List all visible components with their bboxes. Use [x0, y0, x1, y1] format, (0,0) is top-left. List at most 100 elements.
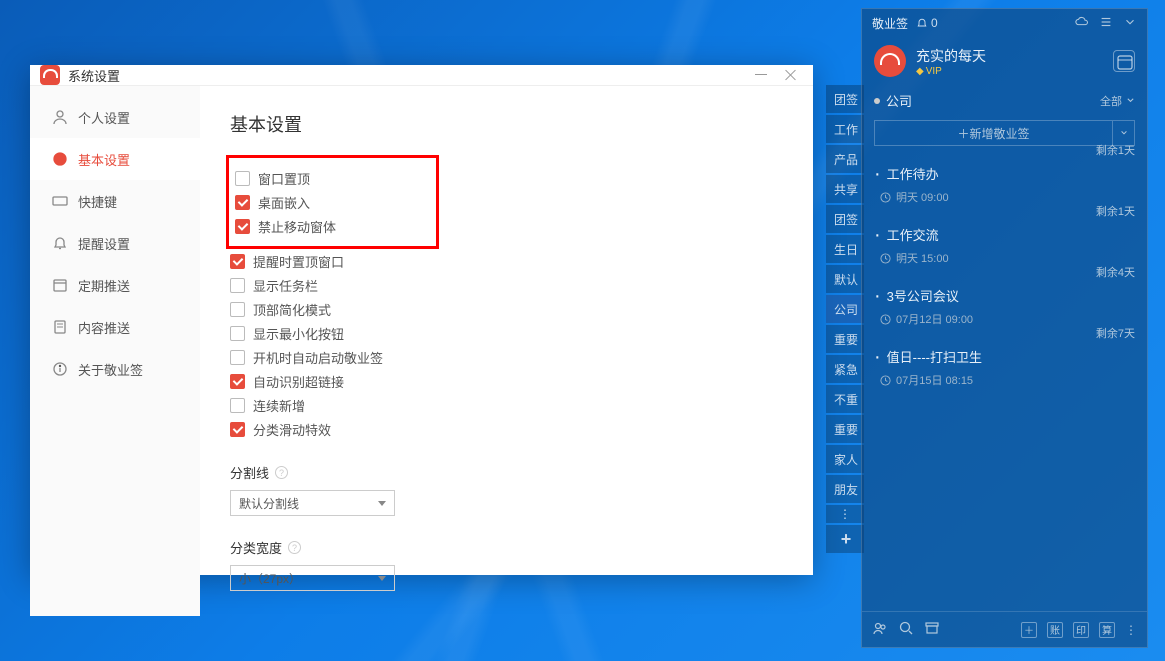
- category-tab[interactable]: 默认: [826, 265, 864, 293]
- remaining-badge: 剩余7天: [1096, 325, 1135, 341]
- chevron-down-icon: [378, 501, 386, 506]
- category-tab[interactable]: 重要: [826, 415, 864, 443]
- sidebar-item-basic[interactable]: 基本设置: [30, 138, 200, 180]
- note-item[interactable]: 剩余7天 值日----打扫卫生 07月15日 08:15: [862, 337, 1147, 398]
- category-name[interactable]: 公司: [874, 91, 912, 110]
- sidebar-item-content[interactable]: 内容推送: [30, 306, 200, 348]
- category-tab[interactable]: 生日: [826, 235, 864, 263]
- sidebar-item-about[interactable]: 关于敬业签: [30, 348, 200, 390]
- checkbox-label: 显示任务栏: [253, 276, 318, 295]
- add-tab-button[interactable]: +: [826, 525, 864, 553]
- category-tab[interactable]: 重要: [826, 325, 864, 353]
- checkbox[interactable]: [230, 254, 245, 269]
- contacts-icon[interactable]: [872, 620, 888, 639]
- close-button[interactable]: [785, 69, 797, 81]
- notification-badge[interactable]: 0: [916, 16, 938, 30]
- sidebar-item-personal[interactable]: 个人设置: [30, 96, 200, 138]
- remaining-badge: 剩余4天: [1096, 264, 1135, 280]
- note-title: 值日----打扫卫生: [880, 347, 1135, 366]
- note-time: 07月15日 08:15: [880, 372, 1135, 388]
- category-tab[interactable]: 不重: [826, 385, 864, 413]
- sidebar-item-label: 个人设置: [78, 108, 130, 127]
- checkbox-row[interactable]: 显示最小化按钮: [230, 321, 783, 345]
- chevron-down-icon[interactable]: [1123, 15, 1137, 32]
- sidebar-item-label: 定期推送: [78, 276, 130, 295]
- checkbox[interactable]: [230, 302, 245, 317]
- category-tab[interactable]: 家人: [826, 445, 864, 473]
- checkbox[interactable]: [230, 326, 245, 341]
- divider-label: 分割线?: [230, 463, 783, 482]
- note-list: 剩余1天 工作待办 明天 09:00剩余1天 工作交流 明天 15:00剩余4天…: [862, 154, 1147, 611]
- checkbox[interactable]: [235, 219, 250, 234]
- checkbox-row[interactable]: 禁止移动窗体: [235, 214, 336, 238]
- checkbox[interactable]: [230, 278, 245, 293]
- category-tab[interactable]: 工作: [826, 115, 864, 143]
- bell-icon: [52, 235, 68, 251]
- bottom-action-button[interactable]: ＋: [1021, 622, 1037, 638]
- widget-topbar: 敬业签 0: [862, 9, 1147, 37]
- category-tab[interactable]: 紧急: [826, 355, 864, 383]
- checkbox[interactable]: [230, 374, 245, 389]
- checkbox-row[interactable]: 桌面嵌入: [235, 190, 336, 214]
- checkbox[interactable]: [230, 350, 245, 365]
- width-select[interactable]: 小（27px）: [230, 565, 395, 591]
- filter-dropdown[interactable]: 全部: [1100, 93, 1135, 109]
- calendar-icon[interactable]: [1113, 50, 1135, 72]
- checkbox-row[interactable]: 连续新增: [230, 393, 783, 417]
- target-icon: [52, 151, 68, 167]
- person-icon: [52, 109, 68, 125]
- width-label: 分类宽度?: [230, 538, 783, 557]
- settings-sidebar: 个人设置 基本设置 快捷键 提醒设置 定期推送 内容推送: [30, 86, 200, 616]
- minimize-button[interactable]: [755, 69, 767, 81]
- user-name: 充实的每天: [916, 46, 986, 66]
- checkbox-row[interactable]: 分类滑动特效: [230, 417, 783, 441]
- sidebar-item-label: 基本设置: [78, 150, 130, 169]
- checkbox[interactable]: [235, 171, 250, 186]
- sidebar-item-push[interactable]: 定期推送: [30, 264, 200, 306]
- bottom-action-button[interactable]: 印: [1073, 622, 1089, 638]
- divider-select[interactable]: 默认分割线: [230, 490, 395, 516]
- sidebar-item-shortcut[interactable]: 快捷键: [30, 180, 200, 222]
- chevron-down-icon: [378, 576, 386, 581]
- checkbox[interactable]: [235, 195, 250, 210]
- checkbox[interactable]: [230, 422, 245, 437]
- more-tabs-icon[interactable]: ⋮: [826, 505, 864, 523]
- category-tab[interactable]: 公司: [826, 295, 864, 323]
- checkbox-row[interactable]: 自动识别超链接: [230, 369, 783, 393]
- checkbox-row[interactable]: 顶部简化模式: [230, 297, 783, 321]
- checkbox-row[interactable]: 窗口置顶: [235, 166, 336, 190]
- checkbox-label: 自动识别超链接: [253, 372, 344, 391]
- checkbox-label: 窗口置顶: [258, 169, 310, 188]
- sidebar-item-label: 快捷键: [78, 192, 117, 211]
- user-avatar[interactable]: [874, 45, 906, 77]
- sidebar-item-label: 提醒设置: [78, 234, 130, 253]
- checkbox-row[interactable]: 提醒时置顶窗口: [230, 249, 783, 273]
- category-tab[interactable]: 团签: [826, 205, 864, 233]
- more-icon[interactable]: ⋮: [1125, 623, 1137, 637]
- category-tab[interactable]: 产品: [826, 145, 864, 173]
- search-icon[interactable]: [898, 620, 914, 639]
- checkbox-row[interactable]: 开机时自动启动敬业签: [230, 345, 783, 369]
- widget-category-bar: 公司 全部: [862, 85, 1147, 116]
- menu-icon[interactable]: [1099, 15, 1113, 32]
- archive-icon[interactable]: [924, 620, 940, 639]
- bottom-action-button[interactable]: 账: [1047, 622, 1063, 638]
- hint-icon[interactable]: ?: [288, 541, 301, 554]
- cloud-sync-icon[interactable]: [1075, 15, 1089, 32]
- widget-bottombar: ＋ 账印算 ⋮: [862, 611, 1147, 647]
- checkbox-label: 禁止移动窗体: [258, 217, 336, 236]
- calendar-icon: [52, 277, 68, 293]
- checkbox[interactable]: [230, 398, 245, 413]
- note-title: 工作待办: [880, 164, 1135, 183]
- checkbox-label: 连续新增: [253, 396, 305, 415]
- bottom-action-button[interactable]: 算: [1099, 622, 1115, 638]
- sidebar-item-reminder[interactable]: 提醒设置: [30, 222, 200, 264]
- sticky-widget: 敬业签 0 充实的每天 VIP 公司 全部 ＋新增敬业签 剩余1天 工作待办 明…: [861, 8, 1148, 648]
- sidebar-item-label: 关于敬业签: [78, 360, 143, 379]
- hint-icon[interactable]: ?: [275, 466, 288, 479]
- category-tab[interactable]: 团签: [826, 85, 864, 113]
- category-tab[interactable]: 共享: [826, 175, 864, 203]
- app-icon: [40, 65, 60, 85]
- category-tab[interactable]: 朋友: [826, 475, 864, 503]
- checkbox-row[interactable]: 显示任务栏: [230, 273, 783, 297]
